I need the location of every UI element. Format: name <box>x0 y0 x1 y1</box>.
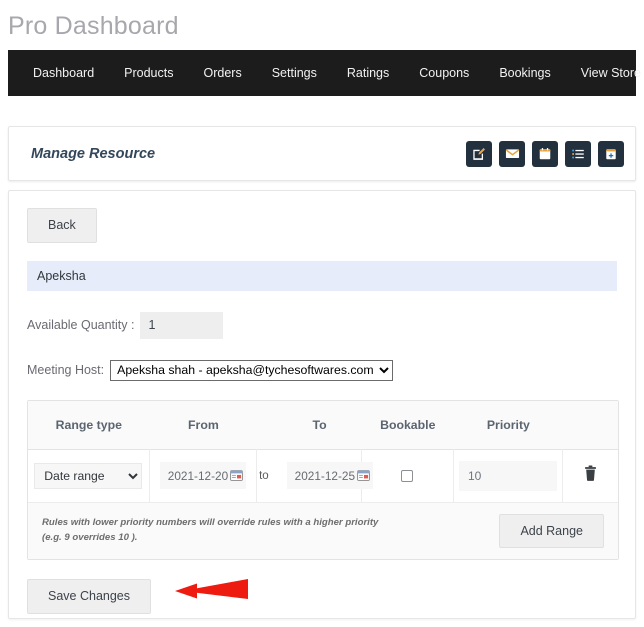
column-header-priority: Priority <box>486 417 530 432</box>
available-quantity-input[interactable] <box>140 311 224 339</box>
edit-icon-button[interactable] <box>466 140 492 167</box>
column-header-range-type: Range type <box>55 417 122 432</box>
cell-from-date <box>150 449 258 502</box>
app-page: Pro Dashboard Dashboard Products Orders … <box>0 0 644 627</box>
list-icon <box>571 147 585 161</box>
nav-item-view-store[interactable]: View Store <box>566 50 644 96</box>
from-date-wrapper <box>159 462 246 489</box>
nav-item-settings[interactable]: Settings <box>257 50 332 96</box>
column-header-bookable: Bookable <box>380 417 436 432</box>
cell-to-date: to <box>257 449 373 502</box>
cell-bookable <box>362 449 454 502</box>
calendar-icon-button[interactable] <box>532 140 558 167</box>
list-icon-button[interactable] <box>565 140 591 167</box>
column-header-to: To <box>312 417 327 432</box>
nav-item-ratings[interactable]: Ratings <box>332 50 404 96</box>
table-row: Date range 2021-12-20 to 2021-12-25 10 <box>28 449 618 503</box>
nav-item-orders[interactable]: Orders <box>189 50 257 96</box>
availability-ranges-table: Range type From To Bookable Priority Dat… <box>27 399 619 560</box>
panel-action-icons <box>466 140 624 167</box>
save-row: Save Changes <box>27 579 617 614</box>
priority-note: Rules with lower priority numbers will o… <box>42 516 379 543</box>
red-arrow-annotation <box>166 575 251 610</box>
nav-item-products[interactable]: Products <box>109 50 188 96</box>
bookable-checkbox[interactable] <box>401 469 414 482</box>
meeting-host-row: Meeting Host: Apeksha shah - apeksha@tyc… <box>27 359 617 381</box>
meeting-host-select[interactable]: Apeksha shah - apeksha@tychesoftwares.co… <box>110 359 394 381</box>
panel-header: Manage Resource <box>8 126 636 181</box>
resource-form-panel: Back Apeksha Available Quantity : Meetin… <box>8 190 636 619</box>
cell-delete <box>563 449 618 502</box>
available-quantity-label: Available Quantity : <box>27 318 135 332</box>
calendar-plus-icon <box>604 147 618 161</box>
meeting-host-label: Meeting Host: <box>27 363 105 377</box>
range-separator-label: to <box>259 469 269 482</box>
back-button[interactable]: Back <box>27 208 97 243</box>
panel-title: Manage Resource <box>31 145 156 162</box>
table-footer: Rules with lower priority numbers will o… <box>28 502 618 559</box>
cell-range-type: Date range <box>28 449 150 502</box>
available-quantity-row: Available Quantity : <box>27 311 617 339</box>
calendar-plus-icon-button[interactable] <box>598 140 624 167</box>
to-date-wrapper <box>286 462 373 489</box>
page-title: Pro Dashboard <box>8 12 179 40</box>
trash-icon[interactable] <box>583 465 598 487</box>
envelope-icon <box>505 146 520 161</box>
cell-priority <box>454 449 564 502</box>
table-header-row: Range type From To Bookable Priority <box>28 400 618 450</box>
edit-icon <box>472 147 486 161</box>
column-header-from: From <box>188 417 219 432</box>
nav-item-dashboard[interactable]: Dashboard <box>18 50 109 96</box>
priority-input[interactable] <box>458 460 557 491</box>
calendar-icon <box>538 147 552 161</box>
resource-name-banner: Apeksha <box>27 260 617 291</box>
to-date-input[interactable] <box>286 462 373 489</box>
main-navbar: Dashboard Products Orders Settings Ratin… <box>8 50 641 96</box>
from-date-input[interactable] <box>159 462 246 489</box>
nav-item-coupons[interactable]: Coupons <box>404 50 484 96</box>
add-range-button[interactable]: Add Range <box>499 513 604 548</box>
envelope-icon-button[interactable] <box>499 140 525 167</box>
range-type-select[interactable]: Date range <box>34 462 143 489</box>
nav-item-bookings[interactable]: Bookings <box>484 50 565 96</box>
save-changes-button[interactable]: Save Changes <box>27 579 152 614</box>
